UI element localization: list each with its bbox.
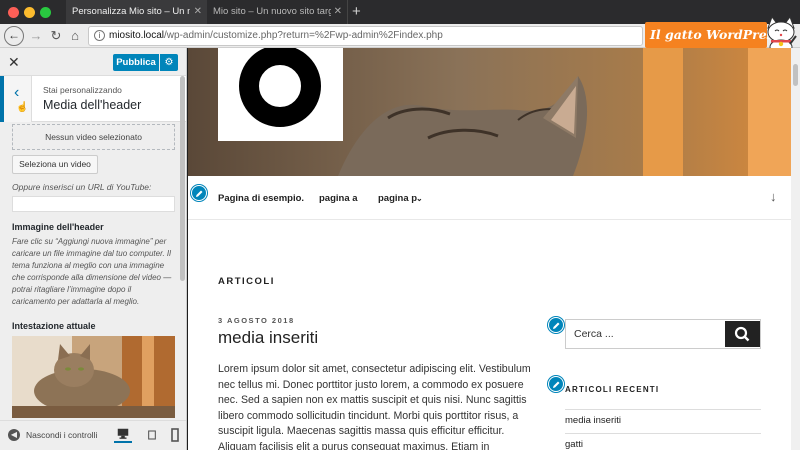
pointer-cursor-icon: ☝ xyxy=(16,102,29,113)
customizer-header: ✕ Pubblica ⚙ xyxy=(0,48,186,76)
close-icon[interactable]: ✕ xyxy=(8,54,20,70)
tab-customizer[interactable]: Personalizza Mio sito – Un nuovo sito ✕ xyxy=(66,0,207,24)
back-button[interactable]: ← xyxy=(4,26,24,46)
scrollbar-thumb[interactable] xyxy=(793,64,798,86)
chevron-left-icon: ‹ xyxy=(14,84,20,101)
info-icon[interactable]: i xyxy=(94,30,105,41)
minimize-window-button[interactable] xyxy=(24,7,35,18)
mobile-preview-icon[interactable] xyxy=(166,427,184,443)
search-icon xyxy=(734,326,750,342)
edit-pencil-icon[interactable] xyxy=(548,376,564,392)
recent-post-link[interactable]: gatti xyxy=(565,433,761,450)
browser-window: Personalizza Mio sito – Un nuovo sito ✕ … xyxy=(0,0,800,450)
reload-button[interactable]: ↻ xyxy=(47,26,65,46)
nav-item-pagina-a[interactable]: pagina a xyxy=(319,193,358,204)
edit-pencil-icon[interactable] xyxy=(191,185,207,201)
tab-title: Mio sito – Un nuovo sito targato Wo xyxy=(213,6,331,17)
section-heading: ARTICOLI xyxy=(218,276,275,287)
nav-item-pagina-p[interactable]: pagina p xyxy=(378,193,417,204)
youtube-url-input[interactable] xyxy=(12,196,175,212)
home-button[interactable]: ⌂ xyxy=(66,26,84,46)
back-section-button[interactable]: ‹ ☝ xyxy=(0,76,32,122)
chevron-down-icon[interactable]: ⌄ xyxy=(416,194,423,203)
header-image-description: Fare clic su “Aggiungi nuova immagine” p… xyxy=(12,237,172,306)
edit-pencil-icon[interactable] xyxy=(548,317,564,333)
post-title[interactable]: media inseriti xyxy=(218,328,318,348)
search-input[interactable]: Cerca ... xyxy=(566,320,724,348)
url-path: /wp-admin/customize.php?return=%2Fwp-adm… xyxy=(164,30,443,41)
maximize-window-button[interactable] xyxy=(40,7,51,18)
customizing-subtitle: Stai personalizzando xyxy=(43,85,122,95)
recent-post-link[interactable]: media inseriti xyxy=(565,409,761,433)
tab-site[interactable]: Mio sito – Un nuovo sito targato Wo ✕ xyxy=(207,0,348,24)
forward-button[interactable]: → xyxy=(27,26,45,46)
preview-scrollbar[interactable] xyxy=(791,48,800,450)
search-button[interactable] xyxy=(725,321,760,347)
collapse-icon[interactable]: ◀ xyxy=(8,429,20,441)
no-video-placeholder: Nessun video selezionato xyxy=(12,124,175,150)
sidebar-scrollbar[interactable] xyxy=(180,76,185,281)
site-preview: Pagina di esempio. pagina a pagina p ⌄ ↓… xyxy=(188,48,800,450)
close-tab-icon[interactable]: ✕ xyxy=(194,0,202,24)
tablet-preview-icon[interactable] xyxy=(140,427,158,443)
site-navigation: Pagina di esempio. pagina a pagina p ⌄ ↓ xyxy=(188,176,791,220)
post-excerpt: Lorem ipsum dolor sit amet, consectetur … xyxy=(218,363,531,450)
tab-bar: Personalizza Mio sito – Un nuovo sito ✕ … xyxy=(0,0,800,24)
nav-item-pagina-di-esempio[interactable]: Pagina di esempio. xyxy=(218,193,304,204)
post-date[interactable]: 3 AGOSTO 2018 xyxy=(218,316,295,325)
search-widget: Cerca ... xyxy=(565,319,761,349)
hide-controls-button[interactable]: Nascondi i controlli xyxy=(26,430,97,440)
logo-watermark: Il gatto WordPress xyxy=(645,22,781,48)
close-tab-icon[interactable]: ✕ xyxy=(334,0,342,24)
publish-button[interactable]: Pubblica xyxy=(113,54,159,71)
section-title: Media dell'header xyxy=(43,98,142,112)
recent-posts-list: media inseriti gatti xyxy=(565,409,761,450)
new-tab-button[interactable]: + xyxy=(352,2,361,22)
youtube-url-label: Oppure inserisci un URL di YouTube: xyxy=(12,182,152,192)
site-logo[interactable] xyxy=(218,48,343,141)
customizer-footer: ◀ Nascondi i controlli xyxy=(0,420,186,450)
url-host: miosito.local xyxy=(109,30,165,41)
customizer-sidebar: ✕ Pubblica ⚙ ‹ ☝ Stai personalizzando Me… xyxy=(0,48,187,450)
section-header: ‹ ☝ Stai personalizzando Media dell'head… xyxy=(0,76,186,122)
scroll-down-arrow-icon[interactable]: ↓ xyxy=(770,189,777,204)
desktop-preview-icon[interactable] xyxy=(114,427,132,443)
current-header-title: Intestazione attuale xyxy=(12,321,96,331)
close-window-button[interactable] xyxy=(8,7,19,18)
tab-title: Personalizza Mio sito – Un nuovo sito xyxy=(72,6,190,17)
header-image-title: Immagine dell'header xyxy=(12,222,104,232)
address-bar[interactable]: i miosito.local/wp-admin/customize.php?r… xyxy=(88,26,643,46)
recent-posts-title: ARTICOLI RECENTI xyxy=(565,385,660,394)
select-video-button[interactable]: Seleziona un video xyxy=(12,155,98,174)
current-header-image[interactable] xyxy=(12,336,175,418)
publish-settings-gear-icon[interactable]: ⚙ xyxy=(160,54,178,71)
